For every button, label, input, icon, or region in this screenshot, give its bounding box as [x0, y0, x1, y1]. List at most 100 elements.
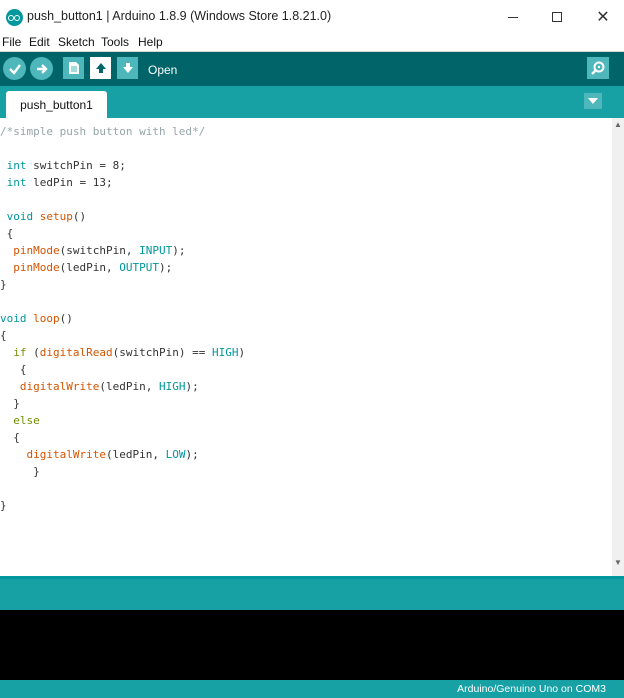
maximize-icon — [552, 12, 562, 22]
code-token: int — [6, 159, 27, 172]
code-token: LOW — [165, 448, 186, 461]
code-line: else — [0, 412, 245, 429]
upload-button[interactable] — [30, 57, 53, 80]
code-token: ( — [26, 346, 40, 359]
minimize-button[interactable] — [490, 0, 536, 34]
code-token: ); — [185, 448, 199, 461]
code-token: (ledPin, — [99, 380, 159, 393]
code-line: if (digitalRead(switchPin) == HIGH) — [0, 344, 245, 361]
board-info: Arduino/Genuino Uno on COM3 — [457, 683, 606, 695]
verify-icon — [8, 63, 21, 75]
code-token: ); — [158, 261, 173, 274]
menu-sketch[interactable]: Sketch — [58, 35, 95, 49]
editor-scrollbar[interactable]: ▲ ▼ — [612, 118, 624, 576]
close-icon: ✕ — [596, 9, 610, 26]
code-token: } — [0, 278, 7, 291]
menu-tools[interactable]: Tools — [101, 35, 129, 49]
window-title: push_button1 | Arduino 1.8.9 (Windows St… — [27, 9, 332, 23]
code-token: ledPin = 13; — [26, 176, 113, 189]
tab-menu-button[interactable] — [584, 93, 602, 109]
upload-icon — [36, 63, 48, 74]
code-line: { — [0, 225, 245, 242]
serial-monitor-icon — [591, 61, 605, 75]
scroll-up-icon[interactable]: ▲ — [614, 120, 622, 129]
code-token: } — [0, 397, 20, 410]
code-token: (ledPin, — [105, 448, 166, 461]
new-button[interactable] — [63, 57, 84, 79]
code-line: } — [0, 497, 245, 514]
code-token: { — [0, 329, 7, 342]
code-line: pinMode(switchPin, INPUT); — [0, 242, 245, 259]
code-token: HIGH — [158, 380, 186, 393]
code-token: (switchPin) == — [112, 346, 212, 359]
code-token: ); — [185, 380, 199, 393]
code-token: digitalWrite — [19, 380, 100, 393]
code-token: { — [0, 431, 20, 444]
menu-help[interactable]: Help — [138, 35, 163, 49]
code-token: { — [0, 363, 27, 376]
scroll-down-icon[interactable]: ▼ — [614, 558, 622, 567]
code-line: int ledPin = 13; — [0, 174, 245, 191]
minimize-icon — [508, 16, 518, 18]
open-icon — [95, 63, 106, 73]
code-token: ) — [238, 346, 246, 359]
serial-monitor-button[interactable] — [587, 57, 609, 79]
toolbar: Open — [0, 52, 624, 86]
toolbar-hover-label: Open — [148, 63, 178, 77]
code-token: OUTPUT — [119, 261, 159, 274]
code-line: } — [0, 395, 245, 412]
code-text: /*simple push button with led*/ int swit… — [0, 123, 245, 514]
code-line: { — [0, 361, 245, 378]
code-token: HIGH — [211, 346, 239, 359]
code-line: } — [0, 276, 245, 293]
save-icon — [122, 63, 133, 73]
code-line: digitalWrite(ledPin, HIGH); — [0, 378, 245, 395]
console-output — [0, 610, 624, 680]
code-line: int switchPin = 8; — [0, 157, 245, 174]
code-token: digitalWrite — [26, 448, 106, 461]
code-token: } — [0, 465, 40, 478]
footer-bar: Arduino/Genuino Uno on COM3 — [0, 680, 624, 698]
code-token: (ledPin, — [59, 261, 120, 274]
verify-button[interactable] — [3, 57, 26, 80]
save-button[interactable] — [117, 57, 138, 79]
code-line: { — [0, 429, 245, 446]
close-button[interactable]: ✕ — [580, 0, 624, 34]
code-line: void setup() — [0, 208, 245, 225]
new-icon — [68, 62, 79, 74]
code-token: pinMode — [13, 244, 60, 257]
code-token: loop — [33, 312, 60, 325]
menu-edit[interactable]: Edit — [29, 35, 50, 49]
code-editor[interactable]: /*simple push button with led*/ int swit… — [0, 118, 612, 576]
code-line: digitalWrite(ledPin, LOW); — [0, 446, 245, 463]
menu-file[interactable]: File — [2, 35, 21, 49]
code-token: } — [0, 499, 7, 512]
code-token: () — [72, 210, 87, 223]
code-token: void — [0, 312, 27, 325]
code-token: (switchPin, — [59, 244, 140, 257]
title-bar: push_button1 | Arduino 1.8.9 (Windows St… — [0, 0, 624, 34]
menu-bar: File Edit Sketch Tools Help — [0, 34, 624, 52]
code-line: void loop() — [0, 310, 245, 327]
tab-push-button1[interactable]: push_button1 — [6, 91, 107, 118]
code-token: INPUT — [139, 244, 173, 257]
code-line: { — [0, 327, 245, 344]
code-line: /*simple push button with led*/ — [0, 123, 245, 140]
code-token: () — [59, 312, 73, 325]
code-token: ); — [172, 244, 186, 257]
code-token: digitalRead — [39, 346, 113, 359]
open-button[interactable] — [90, 57, 111, 79]
status-bar — [0, 576, 624, 610]
maximize-button[interactable] — [534, 0, 580, 34]
